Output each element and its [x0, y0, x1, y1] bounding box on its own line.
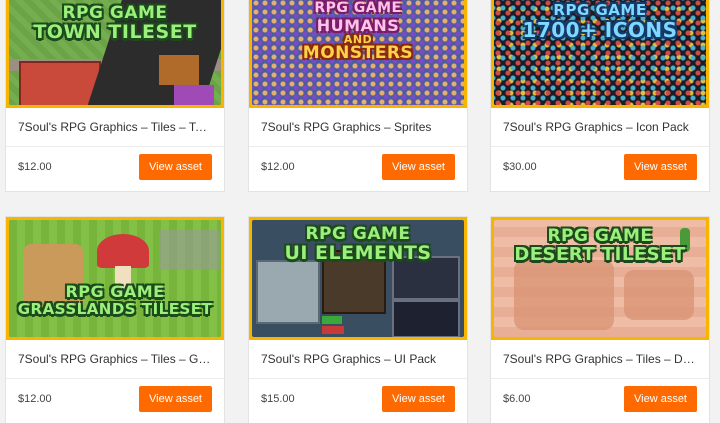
product-price: $12.00 — [261, 161, 295, 173]
product-card[interactable]: RPG GAME 1700+ ICONS 7Soul's RPG Graphic… — [491, 0, 709, 191]
product-thumbnail[interactable]: RPG GAME TOWN TILESET — [6, 0, 224, 108]
banner-line-2: UI ELEMENTS — [284, 242, 432, 264]
banner-line-1: RPG GAME — [65, 282, 165, 301]
product-card[interactable]: RPG GAME TOWN TILESET 7Soul's RPG Graphi… — [6, 0, 224, 191]
banner-line-4: MONSTERS — [302, 43, 414, 63]
view-asset-button[interactable]: View asset — [382, 386, 455, 412]
banner-line-1: RPG GAME — [305, 224, 411, 244]
view-asset-button[interactable]: View asset — [382, 154, 455, 180]
banner-line-2: GRASSLANDS TILESET — [17, 300, 213, 318]
product-title[interactable]: 7Soul's RPG Graphics – Icon Pack — [491, 108, 709, 147]
product-thumbnail[interactable]: RPG GAME DESERT TILESET — [491, 217, 709, 340]
product-card[interactable]: RPG GAME DESERT TILESET 7Soul's RPG Grap… — [491, 217, 709, 423]
product-title[interactable]: 7Soul's RPG Graphics – Tiles – Town — [6, 108, 224, 147]
product-price: $12.00 — [18, 161, 52, 173]
product-thumbnail[interactable]: RPG GAME HUMANS AND MONSTERS — [249, 0, 467, 108]
view-asset-button[interactable]: View asset — [139, 154, 212, 180]
banner-line-1: RPG GAME — [553, 1, 647, 19]
banner-line-1: RPG GAME — [314, 0, 402, 16]
product-price: $15.00 — [261, 393, 295, 405]
banner-line-1: RPG GAME — [547, 226, 653, 246]
product-card[interactable]: RPG GAME GRASSLANDS TILESET 7Soul's RPG … — [6, 217, 224, 423]
banner-line-2: 1700+ ICONS — [522, 18, 678, 42]
banner-line-2: DESERT TILESET — [514, 244, 686, 265]
product-title[interactable]: 7Soul's RPG Graphics – Tiles – Desert — [491, 340, 709, 379]
product-card[interactable]: RPG GAME HUMANS AND MONSTERS 7Soul's RPG… — [249, 0, 467, 191]
view-asset-button[interactable]: View asset — [624, 386, 697, 412]
product-thumbnail[interactable]: RPG GAME 1700+ ICONS — [491, 0, 709, 108]
view-asset-button[interactable]: View asset — [624, 154, 697, 180]
product-price: $30.00 — [503, 161, 537, 173]
view-asset-button[interactable]: View asset — [139, 386, 212, 412]
product-title[interactable]: 7Soul's RPG Graphics – Tiles – Grassla… — [6, 340, 224, 379]
product-price: $12.00 — [18, 393, 52, 405]
banner-line-1: RPG GAME — [62, 3, 168, 23]
product-thumbnail[interactable]: RPG GAME GRASSLANDS TILESET — [6, 217, 224, 340]
product-price: $6.00 — [503, 393, 531, 405]
product-title[interactable]: 7Soul's RPG Graphics – Sprites — [249, 108, 467, 147]
product-thumbnail[interactable]: RPG GAME UI ELEMENTS — [249, 217, 467, 340]
banner-line-2: TOWN TILESET — [33, 21, 197, 43]
product-card[interactable]: RPG GAME UI ELEMENTS 7Soul's RPG Graphic… — [249, 217, 467, 423]
product-title[interactable]: 7Soul's RPG Graphics – UI Pack — [249, 340, 467, 379]
banner-line-2: HUMANS — [316, 16, 400, 35]
